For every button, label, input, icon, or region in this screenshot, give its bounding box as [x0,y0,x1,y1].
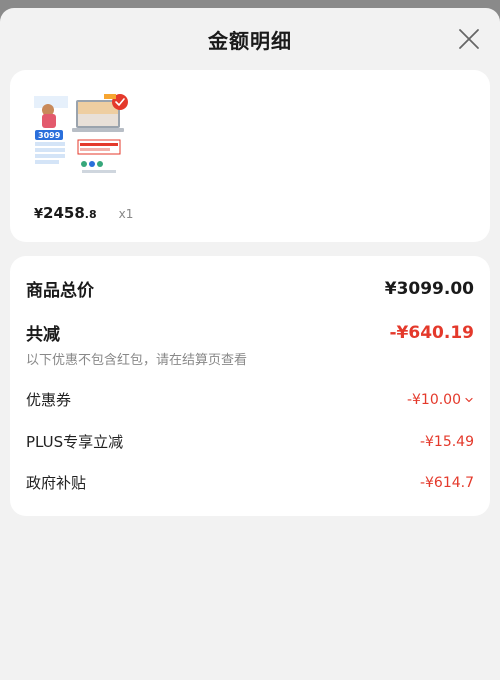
total-price-value: ¥3099.00 [384,278,474,299]
total-price-row: 商品总价 ¥3099.00 [26,276,474,302]
price-integer: 2458 [43,204,85,222]
thumb-badge-price: 3099 [38,131,61,140]
plus-discount-label: PLUS专享立减 [26,433,124,451]
price-currency: ¥ [34,207,44,222]
sheet-header: 金额明细 [0,8,500,70]
coupon-value-toggle[interactable]: -¥10.00 [407,392,474,408]
total-price-label: 商品总价 [26,281,94,301]
product-image-graphic: 3099 [32,92,132,180]
price-breakdown-card: 商品总价 ¥3099.00 共减 -¥640.19 以下优惠不包含红包，请在结算… [10,256,490,516]
total-reduction-label: 共减 [26,325,60,345]
product-image[interactable]: 3099 [32,92,132,180]
product-quantity: x1 [118,207,134,221]
sheet-title: 金额明细 [208,28,292,53]
gov-subsidy-label: 政府补贴 [26,474,87,492]
price-decimal: .8 [84,208,97,221]
plus-discount-row: PLUS专享立减 -¥15.49 [26,431,474,452]
total-reduction-value: -¥640.19 [389,322,475,343]
coupon-row[interactable]: 优惠券 -¥10.00 [26,389,474,410]
chevron-down-icon [465,397,473,402]
gov-subsidy-row: 政府补贴 -¥614.7 [26,472,474,493]
coupon-value: -¥10.00 [406,391,461,408]
coupon-label: 优惠券 [26,391,72,409]
product-card: 3099 ¥ 2458 .8 x1 [10,70,490,242]
discount-note-row: 以下优惠不包含红包，请在结算页查看 [26,349,474,368]
gov-subsidy-value: -¥614.7 [419,474,474,491]
close-button[interactable] [458,28,480,50]
product-price-row: ¥ 2458 .8 x1 [34,204,133,222]
close-icon [459,29,479,49]
total-reduction-row: 共减 -¥640.19 [26,320,475,346]
amount-detail-sheet: 金额明细 3099 ¥ 2458 .8 x1 商品总价 ¥3099.00 共减 … [0,8,500,680]
discount-note: 以下优惠不包含红包，请在结算页查看 [26,353,248,368]
plus-discount-value: -¥15.49 [419,433,474,450]
